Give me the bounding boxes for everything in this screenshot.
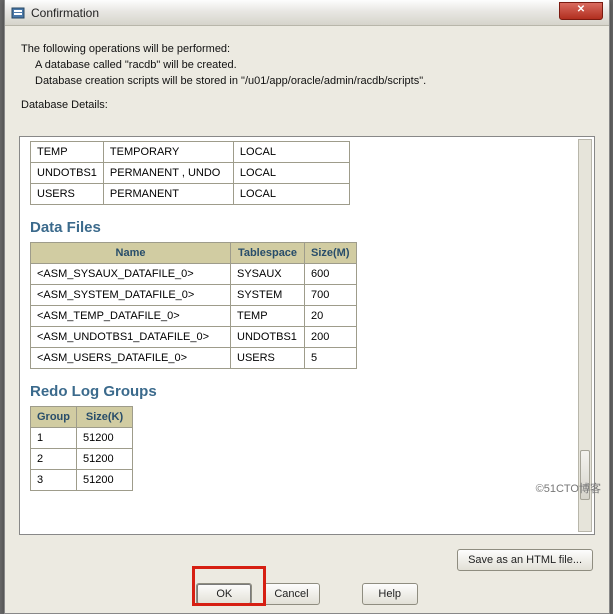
titlebar: Confirmation ✕ (5, 0, 609, 26)
ok-button[interactable]: OK (196, 583, 252, 605)
save-html-button[interactable]: Save as an HTML file... (457, 549, 593, 571)
data-files-table: Name Tablespace Size(M) <ASM_SYSAUX_DATA… (30, 242, 357, 369)
table-header-row: Group Size(K) (31, 407, 133, 428)
intro-line2: A database called "racdb" will be create… (21, 58, 593, 74)
cell-sizek: 51200 (77, 428, 133, 449)
cell-filename: <ASM_USERS_DATAFILE_0> (31, 348, 231, 369)
table-row: <ASM_UNDOTBS1_DATAFILE_0> UNDOTBS1 200 (31, 327, 357, 348)
dialog-footer: Save as an HTML file... OK Cancel Help (5, 543, 609, 613)
cell-name: TEMP (31, 142, 104, 163)
cell-extent: LOCAL (233, 184, 349, 205)
col-size: Size(M) (305, 243, 357, 264)
cell-tablespace: USERS (231, 348, 305, 369)
cell-name: USERS (31, 184, 104, 205)
cell-group: 1 (31, 428, 77, 449)
vertical-scrollbar[interactable] (578, 139, 592, 532)
cell-extent: LOCAL (233, 163, 349, 184)
details-scroll-area: TEMP TEMPORARY LOCAL UNDOTBS1 PERMANENT … (30, 141, 574, 530)
cell-sizek: 51200 (77, 470, 133, 491)
cancel-button[interactable]: Cancel (263, 583, 319, 605)
cell-filename: <ASM_SYSAUX_DATAFILE_0> (31, 264, 231, 285)
table-row: <ASM_SYSAUX_DATAFILE_0> SYSAUX 600 (31, 264, 357, 285)
cell-size: 200 (305, 327, 357, 348)
cell-filename: <ASM_TEMP_DATAFILE_0> (31, 306, 231, 327)
cell-name: UNDOTBS1 (31, 163, 104, 184)
cell-type: TEMPORARY (103, 142, 233, 163)
col-sizek: Size(K) (77, 407, 133, 428)
cell-tablespace: UNDOTBS1 (231, 327, 305, 348)
table-row: TEMP TEMPORARY LOCAL (31, 142, 350, 163)
details-heading: Database Details: (21, 98, 593, 114)
table-row: <ASM_USERS_DATAFILE_0> USERS 5 (31, 348, 357, 369)
cell-size: 20 (305, 306, 357, 327)
redo-log-table: Group Size(K) 1 51200 2 51200 3 51200 (30, 406, 133, 491)
cell-type: PERMANENT , UNDO (103, 163, 233, 184)
confirmation-dialog: Confirmation ✕ The following operations … (4, 0, 610, 614)
close-icon: ✕ (577, 4, 585, 15)
table-row: UNDOTBS1 PERMANENT , UNDO LOCAL (31, 163, 350, 184)
cell-group: 2 (31, 449, 77, 470)
redo-log-heading: Redo Log Groups (30, 383, 574, 400)
table-row: <ASM_TEMP_DATAFILE_0> TEMP 20 (31, 306, 357, 327)
scrollbar-thumb[interactable] (580, 450, 590, 500)
cell-extent: LOCAL (233, 142, 349, 163)
col-group: Group (31, 407, 77, 428)
cell-tablespace: SYSTEM (231, 285, 305, 306)
cell-filename: <ASM_SYSTEM_DATAFILE_0> (31, 285, 231, 306)
close-button[interactable]: ✕ (559, 2, 603, 20)
cell-sizek: 51200 (77, 449, 133, 470)
cell-tablespace: TEMP (231, 306, 305, 327)
intro-line3: Database creation scripts will be stored… (21, 74, 593, 90)
details-pane: TEMP TEMPORARY LOCAL UNDOTBS1 PERMANENT … (19, 136, 595, 535)
cell-size: 700 (305, 285, 357, 306)
window-title: Confirmation (31, 6, 99, 20)
table-header-row: Name Tablespace Size(M) (31, 243, 357, 264)
table-row: <ASM_SYSTEM_DATAFILE_0> SYSTEM 700 (31, 285, 357, 306)
cell-type: PERMANENT (103, 184, 233, 205)
table-row: 1 51200 (31, 428, 133, 449)
cell-tablespace: SYSAUX (231, 264, 305, 285)
table-row: 3 51200 (31, 470, 133, 491)
tablespace-table: TEMP TEMPORARY LOCAL UNDOTBS1 PERMANENT … (30, 141, 350, 205)
cell-size: 600 (305, 264, 357, 285)
col-tablespace: Tablespace (231, 243, 305, 264)
data-files-heading: Data Files (30, 219, 574, 236)
cell-group: 3 (31, 470, 77, 491)
table-row: 2 51200 (31, 449, 133, 470)
intro-text: The following operations will be perform… (21, 42, 593, 114)
col-name: Name (31, 243, 231, 264)
cell-size: 5 (305, 348, 357, 369)
table-row: USERS PERMANENT LOCAL (31, 184, 350, 205)
cell-filename: <ASM_UNDOTBS1_DATAFILE_0> (31, 327, 231, 348)
app-icon (11, 6, 25, 20)
help-button[interactable]: Help (362, 583, 418, 605)
intro-line1: The following operations will be perform… (21, 43, 230, 55)
